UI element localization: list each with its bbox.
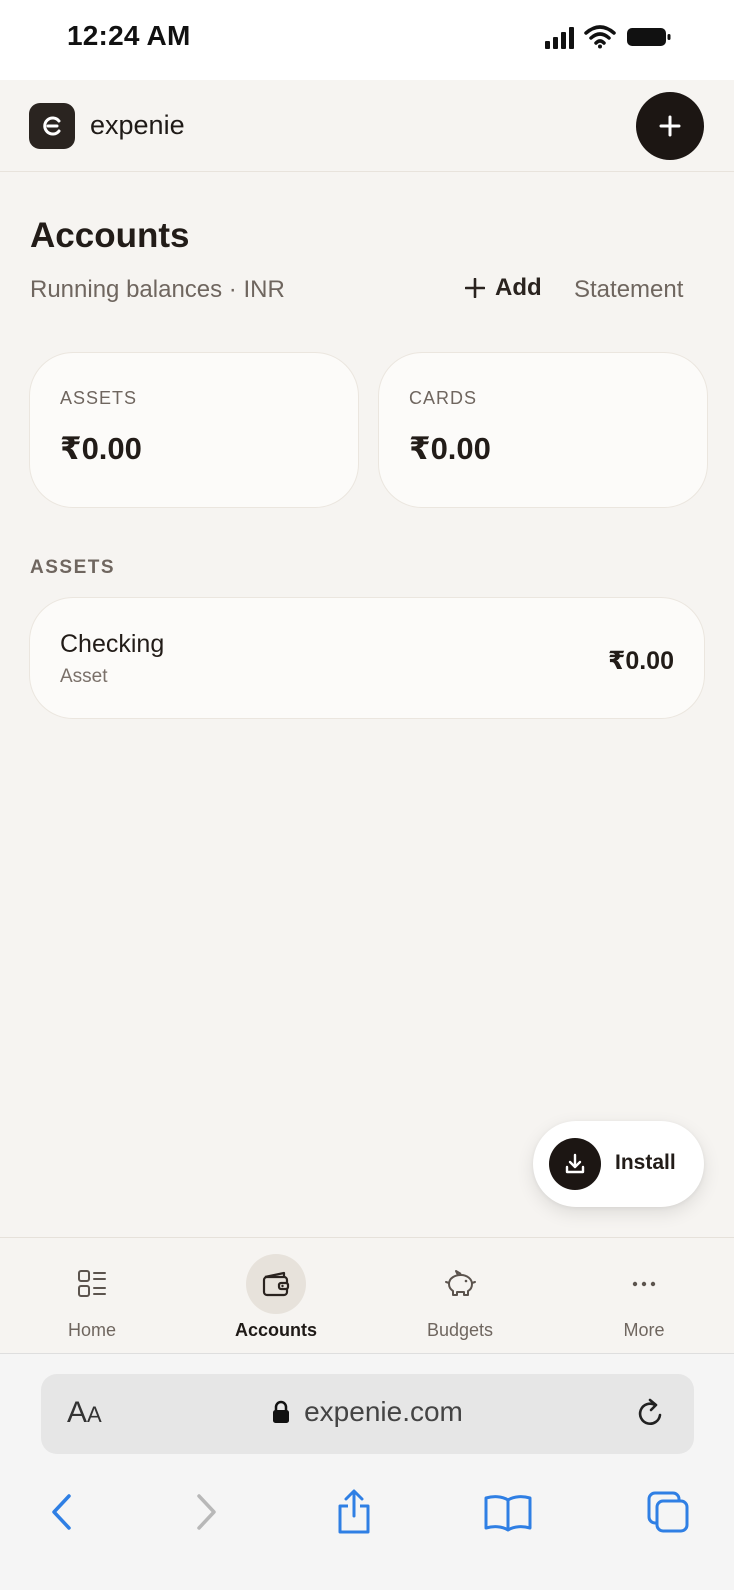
app-header: expenie xyxy=(0,80,734,172)
cards-summary-card: CARDS ₹0.00 xyxy=(378,352,708,508)
lock-icon xyxy=(273,1400,290,1423)
wallet-icon xyxy=(246,1254,306,1314)
add-account-label: Add xyxy=(495,274,542,301)
install-label: Install xyxy=(615,1151,676,1174)
brand-name: expenie xyxy=(90,110,185,140)
page-subtitle: Running balances · INR xyxy=(30,276,285,303)
statement-button[interactable]: Statement xyxy=(574,276,683,304)
tab-label: More xyxy=(623,1320,665,1340)
home-grid-icon xyxy=(62,1254,122,1314)
tab-budgets[interactable]: Budgets xyxy=(368,1238,552,1354)
more-dots-icon xyxy=(614,1254,674,1314)
back-button[interactable] xyxy=(32,1482,92,1542)
tab-more[interactable]: More xyxy=(552,1238,734,1354)
account-type: Asset xyxy=(60,666,108,687)
tabs-overview-icon xyxy=(647,1491,689,1533)
bookmarks-button[interactable] xyxy=(478,1482,538,1542)
chevron-right-icon xyxy=(197,1494,216,1530)
account-row-checking[interactable]: Checking Asset ₹0.00 xyxy=(29,597,705,719)
plus-icon xyxy=(659,115,681,137)
install-app-button[interactable]: Install xyxy=(533,1121,704,1207)
summary-value: ₹0.00 xyxy=(60,431,142,466)
account-name: Checking xyxy=(60,630,165,658)
tab-label: Budgets xyxy=(426,1320,494,1340)
forward-button[interactable] xyxy=(176,1482,236,1542)
screen: 12:24 AM expenie Accounts Running balanc… xyxy=(0,0,734,1590)
reload-button[interactable] xyxy=(634,1396,668,1435)
status-icons xyxy=(545,25,672,49)
browser-toolbar: AA expenie.com xyxy=(0,1353,734,1590)
tab-label: Accounts xyxy=(234,1320,317,1340)
reload-icon xyxy=(638,1398,662,1425)
share-button[interactable] xyxy=(324,1482,384,1542)
piggy-bank-icon xyxy=(430,1254,490,1314)
tabs-button[interactable] xyxy=(638,1482,698,1542)
section-heading-assets: ASSETS xyxy=(30,557,116,578)
address-bar[interactable]: AA expenie.com xyxy=(41,1374,694,1454)
wifi-icon xyxy=(584,25,616,49)
bookmarks-book-icon xyxy=(484,1495,532,1532)
summary-value: ₹0.00 xyxy=(409,431,491,466)
download-icon xyxy=(549,1138,601,1190)
tab-accounts[interactable]: Accounts xyxy=(184,1238,368,1354)
add-account-button[interactable]: Add xyxy=(465,274,542,302)
tab-label: Home xyxy=(67,1320,116,1340)
browser-nav-row xyxy=(0,1482,734,1542)
status-time: 12:24 AM xyxy=(67,20,191,51)
plus-icon xyxy=(465,278,485,298)
account-balance: ₹0.00 xyxy=(607,647,674,675)
bottom-tab-bar: Home Accounts Budgets More xyxy=(0,1237,734,1353)
url-text: expenie.com xyxy=(304,1396,463,1427)
chevron-left-icon xyxy=(52,1494,71,1530)
status-bar: 12:24 AM xyxy=(0,0,734,80)
add-transaction-button[interactable] xyxy=(636,92,704,160)
expenie-logo-icon[interactable] xyxy=(29,103,75,149)
assets-summary-card: ASSETS ₹0.00 xyxy=(29,352,359,508)
url-display: expenie.com xyxy=(41,1396,694,1428)
battery-icon xyxy=(627,28,671,46)
summary-label: ASSETS xyxy=(60,388,138,408)
share-icon xyxy=(338,1489,370,1534)
cellular-signal-icon xyxy=(545,25,574,49)
page-title: Accounts xyxy=(30,216,190,255)
summary-label: CARDS xyxy=(409,388,478,408)
tab-home[interactable]: Home xyxy=(0,1238,184,1354)
